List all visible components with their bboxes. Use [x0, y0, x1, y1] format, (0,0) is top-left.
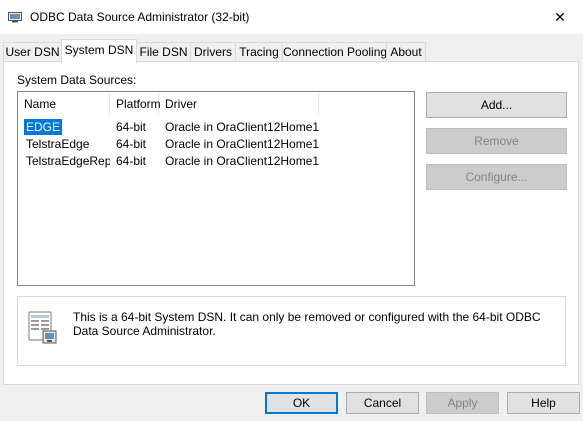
- remove-button[interactable]: Remove: [426, 128, 567, 154]
- row-platform: 64-bit: [116, 137, 147, 151]
- table-row[interactable]: TelstraEdge 64-bit Oracle in OraClient12…: [18, 136, 414, 152]
- row-platform: 64-bit: [116, 120, 147, 134]
- system-data-sources-label: System Data Sources:: [17, 73, 137, 87]
- info-box: This is a 64-bit System DSN. It can only…: [17, 296, 566, 366]
- title-bar: ODBC Data Source Administrator (32-bit) …: [0, 0, 583, 34]
- tab-file-dsn[interactable]: File DSN: [136, 42, 191, 62]
- data-source-icon: [28, 311, 57, 344]
- tab-connection-pooling[interactable]: Connection Pooling: [282, 42, 387, 62]
- row-driver: Oracle in OraClient12Home1: [165, 120, 320, 134]
- odbc-app-icon: [8, 12, 22, 23]
- tab-tracing[interactable]: Tracing: [235, 42, 283, 62]
- add-button[interactable]: Add...: [426, 92, 567, 118]
- tab-strip: User DSN System DSN File DSN Drivers Tra…: [0, 38, 583, 63]
- system-data-sources-list[interactable]: Name Platform Driver EDGE 64-bit Oracle …: [17, 91, 415, 286]
- close-button[interactable]: ✕: [537, 0, 583, 34]
- tab-about[interactable]: About: [386, 42, 426, 62]
- table-row[interactable]: TelstraEdgeRepo 64-bit Oracle in OraClie…: [18, 153, 414, 169]
- tab-drivers[interactable]: Drivers: [190, 42, 236, 62]
- close-icon: ✕: [554, 9, 566, 25]
- cancel-button[interactable]: Cancel: [346, 392, 419, 414]
- row-driver: Oracle in OraClient12Home1: [165, 154, 320, 168]
- help-button[interactable]: Help: [507, 392, 580, 414]
- row-name: TelstraEdge: [26, 137, 90, 151]
- tab-user-dsn[interactable]: User DSN: [3, 42, 62, 62]
- column-header-platform[interactable]: Platform: [110, 93, 161, 115]
- window-title: ODBC Data Source Administrator (32-bit): [30, 10, 250, 24]
- apply-button[interactable]: Apply: [426, 392, 499, 414]
- column-header-name[interactable]: Name: [18, 93, 110, 115]
- table-row[interactable]: EDGE 64-bit Oracle in OraClient12Home1: [18, 119, 414, 135]
- tab-system-dsn[interactable]: System DSN: [61, 39, 137, 63]
- row-name: EDGE: [24, 119, 63, 135]
- row-driver: Oracle in OraClient12Home1: [165, 137, 320, 151]
- row-name: TelstraEdgeRepo: [26, 154, 110, 168]
- info-message: This is a 64-bit System DSN. It can only…: [73, 310, 541, 338]
- column-header-driver[interactable]: Driver: [159, 93, 319, 115]
- row-platform: 64-bit: [116, 154, 147, 168]
- ok-button[interactable]: OK: [265, 392, 338, 414]
- configure-button[interactable]: Configure...: [426, 164, 567, 190]
